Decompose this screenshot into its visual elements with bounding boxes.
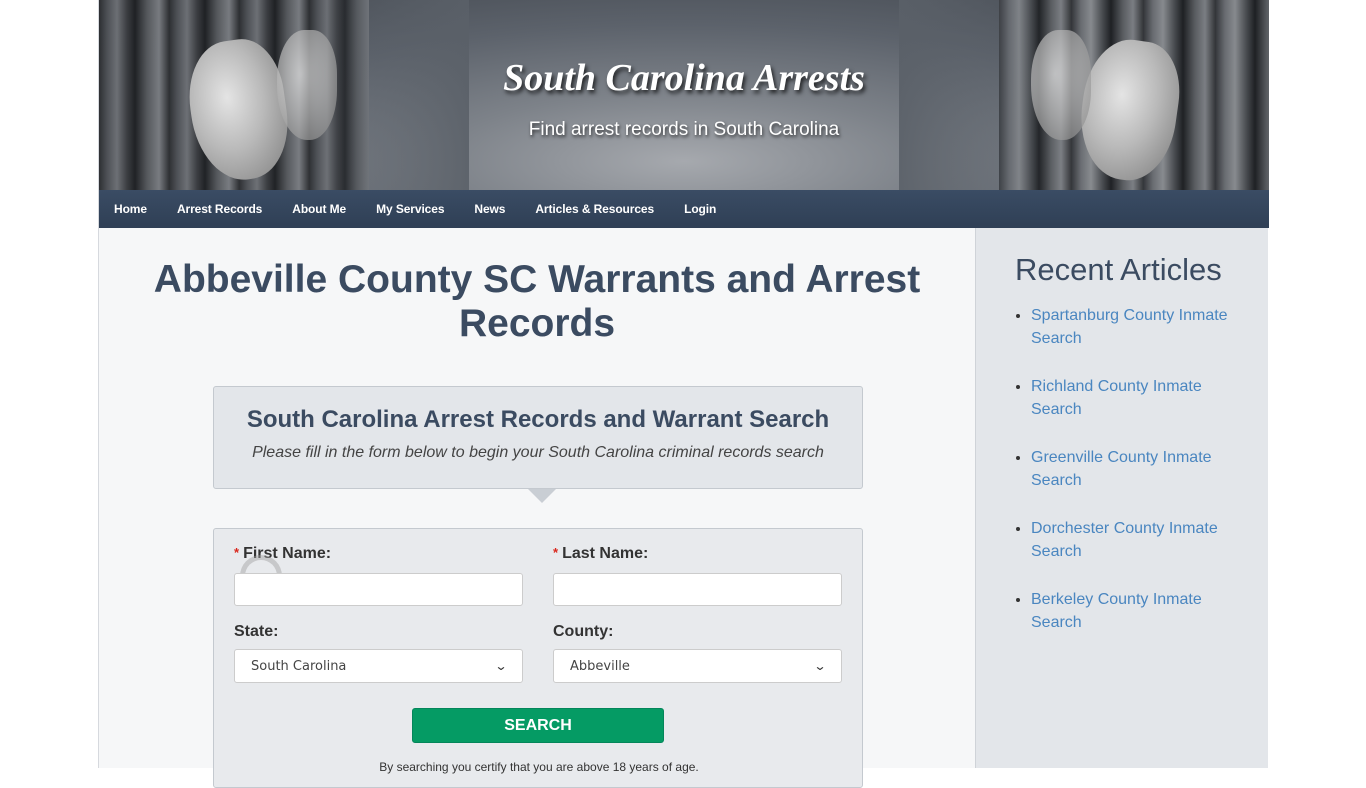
search-form: * First Name: * Last Name: State: South Ca… xyxy=(213,528,863,788)
search-box-subtitle: Please fill in the form below to begin y… xyxy=(252,444,824,461)
chevron-down-icon: ⌄ xyxy=(813,659,827,673)
nav-articles-resources[interactable]: Articles & Resources xyxy=(535,202,654,216)
age-certification-text: By searching you certify that you are ab… xyxy=(379,760,699,774)
sidebar: Recent Articles Spartanburg County Inmat… xyxy=(975,228,1268,768)
recent-articles-list: Spartanburg County Inmate Search Richlan… xyxy=(1031,304,1246,659)
list-item: Berkeley County Inmate Search xyxy=(1031,588,1246,634)
pointer-arrow xyxy=(528,489,556,503)
chevron-down-icon: ⌄ xyxy=(494,659,508,673)
site-title[interactable]: South Carolina Arrests xyxy=(99,56,1269,100)
site-tagline: Find arrest records in South Carolina xyxy=(528,119,840,140)
state-selected-value: South Carolina xyxy=(251,658,347,674)
article-link-dorchester[interactable]: Dorchester County Inmate Search xyxy=(1031,520,1218,560)
page-title: Abbeville County SC Warrants and Arrest … xyxy=(153,258,921,345)
search-info-box: South Carolina Arrest Records and Warran… xyxy=(213,386,863,503)
article-link-richland[interactable]: Richland County Inmate Search xyxy=(1031,378,1202,418)
list-item: Richland County Inmate Search xyxy=(1031,375,1246,421)
search-box-title: South Carolina Arrest Records and Warran… xyxy=(246,406,830,433)
nav-arrest-records[interactable]: Arrest Records xyxy=(177,202,262,216)
last-name-label-text: Last Name: xyxy=(562,545,649,562)
main-content: Abbeville County SC Warrants and Arrest … xyxy=(99,228,975,788)
article-link-berkeley[interactable]: Berkeley County Inmate Search xyxy=(1031,591,1202,631)
required-asterisk: * xyxy=(553,545,559,560)
county-selected-value: Abbeville xyxy=(570,658,630,674)
nav-login[interactable]: Login xyxy=(684,202,716,216)
recent-articles-title: Recent Articles xyxy=(1015,252,1222,287)
article-link-greenville[interactable]: Greenville County Inmate Search xyxy=(1031,449,1212,489)
list-item: Greenville County Inmate Search xyxy=(1031,446,1246,492)
page-container: South Carolina Arrests Find arrest recor… xyxy=(98,0,1269,788)
article-link-spartanburg[interactable]: Spartanburg County Inmate Search xyxy=(1031,307,1228,347)
county-label: County: xyxy=(553,623,614,640)
search-button[interactable]: SEARCH xyxy=(412,708,664,743)
required-asterisk: * xyxy=(234,545,240,560)
nav-my-services[interactable]: My Services xyxy=(376,202,444,216)
header-banner: South Carolina Arrests Find arrest recor… xyxy=(99,0,1269,190)
last-name-label: * Last Name: xyxy=(553,545,648,563)
nav-news[interactable]: News xyxy=(474,202,505,216)
list-item: Dorchester County Inmate Search xyxy=(1031,517,1246,563)
list-item: Spartanburg County Inmate Search xyxy=(1031,304,1246,350)
nav-home[interactable]: Home xyxy=(114,202,147,216)
last-name-input[interactable] xyxy=(553,573,842,606)
main-nav: Home Arrest Records About Me My Services… xyxy=(99,190,1269,228)
nav-about-me[interactable]: About Me xyxy=(292,202,346,216)
state-select[interactable]: South Carolina ⌄ xyxy=(234,649,523,683)
state-label: State: xyxy=(234,623,279,640)
county-select[interactable]: Abbeville ⌄ xyxy=(553,649,842,683)
first-name-input[interactable] xyxy=(234,573,523,606)
